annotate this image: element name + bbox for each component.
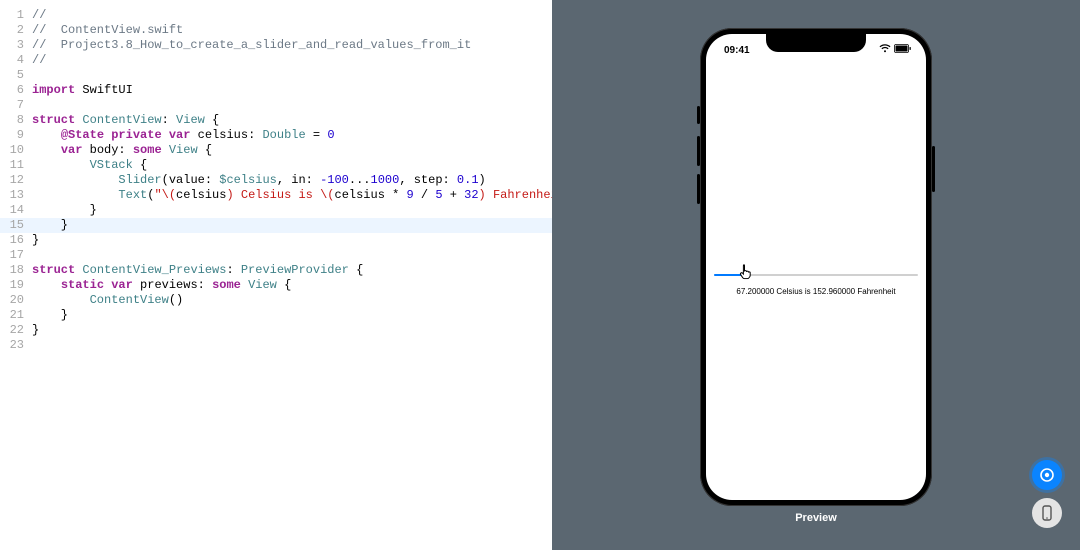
code-content[interactable]: struct ContentView: View { xyxy=(32,113,219,128)
line-number: 16 xyxy=(0,233,32,248)
line-number: 18 xyxy=(0,263,32,278)
device-side-button xyxy=(697,174,700,204)
code-line[interactable]: 2// ContentView.swift xyxy=(0,23,552,38)
code-content[interactable]: // xyxy=(32,53,46,68)
app-content: 67.200000 Celsius is 152.960000 Fahrenhe… xyxy=(706,60,926,500)
line-number: 10 xyxy=(0,143,32,158)
line-number: 8 xyxy=(0,113,32,128)
code-content[interactable]: VStack { xyxy=(32,158,147,173)
device-notch xyxy=(766,34,866,52)
line-number: 20 xyxy=(0,293,32,308)
code-line[interactable]: 3// Project3.8_How_to_create_a_slider_an… xyxy=(0,38,552,53)
code-content[interactable]: } xyxy=(32,203,97,218)
code-editor[interactable]: 1//2// ContentView.swift3// Project3.8_H… xyxy=(0,0,552,550)
wifi-icon xyxy=(879,44,891,56)
line-number: 22 xyxy=(0,323,32,338)
status-time: 09:41 xyxy=(724,45,750,56)
code-line[interactable]: 20 ContentView() xyxy=(0,293,552,308)
device-side-button xyxy=(697,106,700,124)
code-line[interactable]: 9 @State private var celsius: Double = 0 xyxy=(0,128,552,143)
code-content[interactable]: } xyxy=(32,308,68,323)
line-number: 12 xyxy=(0,173,32,188)
device-side-button xyxy=(697,136,700,166)
device-settings-button[interactable] xyxy=(1032,498,1062,528)
device-frame: 09:41 67.200000 xyxy=(700,28,932,506)
live-preview-button[interactable] xyxy=(1032,460,1062,490)
code-line[interactable]: 1// xyxy=(0,8,552,23)
code-content[interactable]: } xyxy=(32,323,39,338)
line-number: 2 xyxy=(0,23,32,38)
code-content[interactable]: } xyxy=(32,218,68,233)
preview-canvas: 09:41 67.200000 xyxy=(552,0,1080,550)
code-content[interactable]: static var previews: some View { xyxy=(32,278,291,293)
battery-icon xyxy=(894,44,912,56)
code-content[interactable]: Text("\(celsius) Celsius is \(celsius * … xyxy=(32,188,552,203)
line-number: 11 xyxy=(0,158,32,173)
code-line[interactable]: 6import SwiftUI xyxy=(0,83,552,98)
code-line[interactable]: 19 static var previews: some View { xyxy=(0,278,552,293)
line-number: 23 xyxy=(0,338,32,353)
temperature-label: 67.200000 Celsius is 152.960000 Fahrenhe… xyxy=(736,287,895,296)
code-line[interactable]: 13 Text("\(celsius) Celsius is \(celsius… xyxy=(0,188,552,203)
line-number: 21 xyxy=(0,308,32,323)
line-number: 3 xyxy=(0,38,32,53)
pointer-cursor-icon xyxy=(738,263,752,282)
line-number: 14 xyxy=(0,203,32,218)
celsius-slider[interactable] xyxy=(714,265,918,285)
line-number: 6 xyxy=(0,83,32,98)
line-number: 1 xyxy=(0,8,32,23)
code-content[interactable]: import SwiftUI xyxy=(32,83,133,98)
code-content[interactable]: Slider(value: $celsius, in: -100...1000,… xyxy=(32,173,486,188)
line-number: 5 xyxy=(0,68,32,83)
code-line[interactable]: 14 } xyxy=(0,203,552,218)
code-content[interactable]: // Project3.8_How_to_create_a_slider_and… xyxy=(32,38,471,53)
code-content[interactable]: ContentView() xyxy=(32,293,183,308)
line-number: 15 xyxy=(0,218,32,233)
preview-label: Preview xyxy=(795,512,837,524)
code-line[interactable]: 16} xyxy=(0,233,552,248)
code-content[interactable]: // ContentView.swift xyxy=(32,23,183,38)
line-number: 4 xyxy=(0,53,32,68)
device-screen: 09:41 67.200000 xyxy=(706,34,926,500)
code-line[interactable]: 17 xyxy=(0,248,552,263)
code-line[interactable]: 12 Slider(value: $celsius, in: -100...10… xyxy=(0,173,552,188)
code-line[interactable]: 10 var body: some View { xyxy=(0,143,552,158)
line-number: 17 xyxy=(0,248,32,263)
code-line[interactable]: 11 VStack { xyxy=(0,158,552,173)
status-indicators xyxy=(879,44,912,56)
device-side-button xyxy=(932,146,935,192)
code-line[interactable]: 21 } xyxy=(0,308,552,323)
code-content[interactable]: // xyxy=(32,8,46,23)
line-number: 9 xyxy=(0,128,32,143)
code-content[interactable]: struct ContentView_Previews: PreviewProv… xyxy=(32,263,363,278)
code-line[interactable]: 18struct ContentView_Previews: PreviewPr… xyxy=(0,263,552,278)
code-content[interactable]: @State private var celsius: Double = 0 xyxy=(32,128,335,143)
code-line[interactable]: 23 xyxy=(0,338,552,353)
code-line[interactable]: 22} xyxy=(0,323,552,338)
canvas-controls xyxy=(1032,460,1062,528)
line-number: 7 xyxy=(0,98,32,113)
code-line[interactable]: 7 xyxy=(0,98,552,113)
code-line[interactable]: 15 } xyxy=(0,218,552,233)
code-content[interactable]: var body: some View { xyxy=(32,143,212,158)
code-line[interactable]: 5 xyxy=(0,68,552,83)
line-number: 19 xyxy=(0,278,32,293)
code-line[interactable]: 4// xyxy=(0,53,552,68)
code-line[interactable]: 8struct ContentView: View { xyxy=(0,113,552,128)
line-number: 13 xyxy=(0,188,32,203)
code-content[interactable]: } xyxy=(32,233,39,248)
